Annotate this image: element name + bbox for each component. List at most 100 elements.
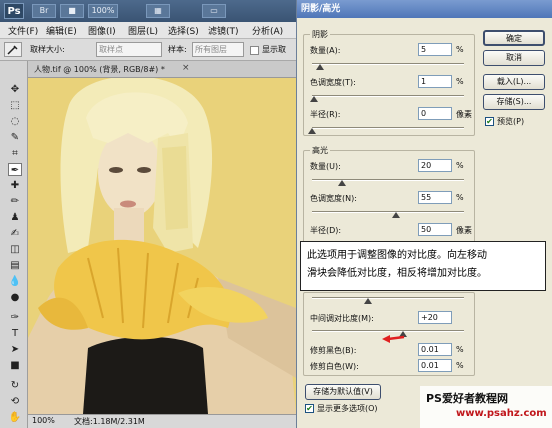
bridge-icon[interactable]: Br [32, 4, 56, 18]
highlight-amount-track [312, 179, 464, 181]
menu-filter[interactable]: 滤镜(T) [208, 24, 239, 37]
highlight-tonal-width-field[interactable]: 55 [418, 191, 452, 204]
shadow-amount-field[interactable]: 5 [418, 43, 452, 56]
marquee-tool-icon[interactable]: ⬚ [8, 99, 22, 112]
menu-analysis[interactable]: 分析(A) [252, 24, 283, 37]
menu-select[interactable]: 选择(S) [168, 24, 199, 37]
sample-select[interactable]: 所有图层 [192, 42, 244, 57]
lasso-tool-icon[interactable]: ◌ [8, 115, 22, 128]
3d-orbit-tool-icon[interactable]: ⟲ [8, 395, 22, 408]
sample-size-select[interactable]: 取样点 [96, 42, 162, 57]
preview-label: 预览(P) [497, 117, 525, 126]
healing-brush-tool-icon[interactable]: ✚ [8, 179, 22, 192]
document-tab[interactable]: 人物.tif @ 100% (背景, RGB/8#) * × [28, 61, 296, 78]
clone-stamp-tool-icon[interactable]: ♟ [8, 211, 22, 224]
eyedropper-tool-icon[interactable]: ✒ [8, 163, 22, 176]
type-tool-icon[interactable]: T [8, 327, 22, 340]
ok-button[interactable]: 确定 [483, 30, 545, 46]
color-correction-slider[interactable] [364, 298, 372, 304]
path-select-tool-icon[interactable]: ➤ [8, 343, 22, 356]
crop-tool-icon[interactable]: ⌗ [8, 147, 22, 160]
pen-tool-icon[interactable]: ✑ [8, 311, 22, 324]
highlight-tonal-width-slider[interactable] [391, 212, 400, 218]
shadow-radius-slider[interactable] [308, 128, 316, 134]
shadow-radius-field[interactable]: 0 [418, 107, 452, 120]
clip-white-unit: % [456, 361, 464, 370]
options-bar: 取样大小: 取样点 样本: 所有图层 显示取 [0, 39, 296, 61]
shadow-tonal-width-slider[interactable] [309, 96, 318, 102]
shadows-group-label: 阴影 [310, 29, 330, 40]
move-tool-icon[interactable]: ✥ [8, 83, 22, 96]
eraser-tool-icon[interactable]: ◫ [8, 243, 22, 256]
clip-black-unit: % [456, 345, 464, 354]
zoom-readout[interactable]: 100% [32, 416, 55, 425]
highlight-amount-field[interactable]: 20 [418, 159, 452, 172]
highlight-tonal-width-track [312, 211, 464, 213]
hand-tool-icon[interactable]: ✋ [8, 411, 22, 424]
watermark-line-2: www.psahz.com [456, 408, 547, 419]
blur-tool-icon[interactable]: 💧 [8, 275, 22, 288]
highlights-group-label: 高光 [310, 145, 330, 156]
highlight-tonal-width-label: 色调宽度(N): [310, 194, 357, 203]
shadow-tonal-width-field[interactable]: 1 [418, 75, 452, 88]
highlight-tonal-width-unit: % [456, 193, 464, 202]
highlight-amount-slider[interactable] [338, 180, 347, 186]
brush-tool-icon[interactable]: ✏ [8, 195, 22, 208]
sample-label: 样本: [168, 45, 187, 54]
cancel-button[interactable]: 取消 [483, 50, 545, 66]
menu-bar: 文件(F) 编辑(E) 图像(I) 图层(L) 选择(S) 滤镜(T) 分析(A… [0, 22, 296, 39]
color-correction-track [312, 297, 464, 299]
status-bar: 100% 文档:1.18M/2.31M [28, 414, 296, 428]
callout-line-2: 滑块会降低对比度，相反将增加对比度。 [307, 268, 487, 279]
highlight-radius-label: 半径(D): [310, 226, 342, 235]
save-as-default-button[interactable]: 存储为默认值(V) [305, 384, 381, 400]
close-document-icon[interactable]: × [182, 63, 190, 73]
clip-white-field[interactable]: 0.01 [418, 359, 452, 372]
show-ring-checkbox[interactable] [250, 46, 259, 55]
clip-black-field[interactable]: 0.01 [418, 343, 452, 356]
shape-tool-icon[interactable]: ■ [8, 359, 22, 372]
highlight-radius-field[interactable]: 50 [418, 223, 452, 236]
more-options-label: 显示更多选项(O) [317, 404, 378, 413]
save-button[interactable]: 存储(S)... [483, 94, 545, 110]
screen-mode-icon[interactable]: ▭ [202, 4, 226, 18]
shadow-tonal-width-unit: % [456, 77, 464, 86]
toolbox: ✥ ⬚ ◌ ✎ ⌗ ✒ ✚ ✏ ♟ ✍ ◫ ▤ 💧 ● ✑ T ➤ ■ ↻ ⟲ … [0, 61, 28, 428]
quick-select-tool-icon[interactable]: ✎ [8, 131, 22, 144]
shadow-tonal-width-track [312, 95, 464, 97]
shadow-radius-track [312, 127, 464, 129]
zoom-level-button[interactable]: 100% [88, 4, 118, 18]
midtone-contrast-field[interactable]: +20 [418, 311, 452, 324]
dodge-tool-icon[interactable]: ● [8, 291, 22, 304]
highlight-amount-label: 数量(U): [310, 162, 341, 171]
arrange-documents-icon[interactable]: ▦ [146, 4, 170, 18]
shadows-highlights-dialog: 阴影/高光 阴影 数量(A): 5 % 色调宽度(T): 1 % 半径(R): … [296, 0, 552, 428]
shadow-radius-label: 半径(R): [310, 110, 341, 119]
shadow-amount-label: 数量(A): [310, 46, 341, 55]
shadow-amount-track [312, 63, 464, 65]
adjustments-group: 中间调对比度(M): +20 修剪黑色(B): 0.01 % 修剪白色(W): … [303, 292, 475, 376]
sample-size-label: 取样大小: [30, 45, 65, 54]
menu-image[interactable]: 图像(I) [88, 24, 116, 37]
site-watermark: PS爱好者教程网 www.psahz.com [420, 386, 552, 428]
view-extras-icon[interactable]: ■ [60, 4, 84, 18]
explanation-callout: 此选项用于调整图像的对比度。向左移动 滑块会降低对比度，相反将增加对比度。 [300, 241, 546, 291]
document-info: 文档:1.18M/2.31M [74, 417, 145, 426]
3d-rotate-tool-icon[interactable]: ↻ [8, 379, 22, 392]
menu-file[interactable]: 文件(F) [8, 24, 38, 37]
preview-checkbox[interactable]: ✔ [485, 117, 494, 126]
gradient-tool-icon[interactable]: ▤ [8, 259, 22, 272]
menu-edit[interactable]: 编辑(E) [46, 24, 77, 37]
menu-layer[interactable]: 图层(L) [128, 24, 158, 37]
photoshop-window: Ps Br ■ 100% ▦ ▭ 文件(F) 编辑(E) 图像(I) 图层(L)… [0, 0, 552, 428]
midtone-contrast-track [312, 330, 464, 332]
midtone-contrast-label: 中间调对比度(M): [310, 314, 374, 323]
clip-black-label: 修剪黑色(B): [310, 346, 357, 355]
document-canvas[interactable] [28, 78, 296, 414]
eyedropper-preset-icon[interactable] [4, 42, 22, 57]
more-options-checkbox[interactable]: ✔ [305, 404, 314, 413]
dialog-title: 阴影/高光 [297, 0, 552, 18]
load-button[interactable]: 载入(L)... [483, 74, 545, 90]
shadow-amount-slider[interactable] [315, 64, 324, 70]
history-brush-tool-icon[interactable]: ✍ [8, 227, 22, 240]
